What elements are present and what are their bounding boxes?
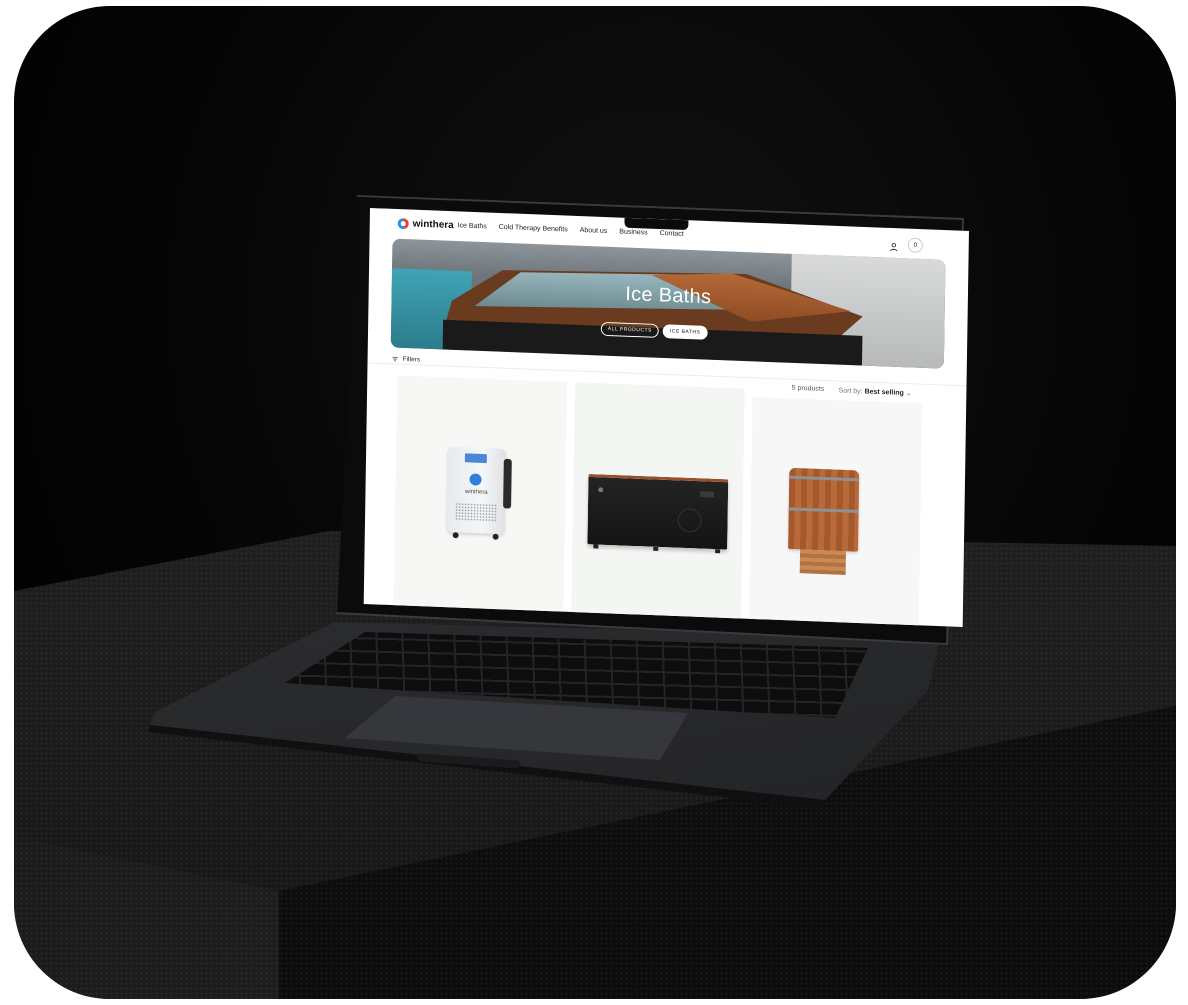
tub-control-panel	[700, 491, 715, 498]
chiller-wheel	[492, 533, 499, 540]
cart-icon[interactable]: 0	[907, 237, 923, 253]
logo-icon	[397, 217, 409, 230]
product-card-black-ice-bath[interactable]	[571, 382, 745, 627]
pill-ice-baths[interactable]: ICE BATHS	[662, 324, 708, 340]
site-logo[interactable]: winthera	[397, 217, 454, 232]
tub-fan-vent	[677, 508, 702, 533]
filters-button[interactable]: Filters	[392, 355, 421, 364]
nav-link-business[interactable]: Business	[619, 228, 647, 236]
nav-link-ice-baths[interactable]: Ice Baths	[458, 222, 487, 230]
website-screen: winthera Ice Baths Cold Therapy Benefits…	[363, 208, 969, 627]
chiller-logo-icon	[469, 473, 482, 486]
tub-caster	[715, 549, 721, 554]
tub-caster	[593, 544, 599, 549]
pill-all-products[interactable]: ALL PRODUCTS	[600, 321, 660, 338]
nav-link-cold-therapy-benefits[interactable]: Cold Therapy Benefits	[499, 224, 568, 234]
product-image-black-ice-bath	[587, 473, 729, 554]
product-image-wooden-barrel	[788, 467, 860, 575]
product-card-chiller[interactable]: winthera	[393, 375, 568, 620]
filters-label: Filters	[402, 355, 421, 364]
chiller-wheel	[452, 532, 459, 539]
tub-brand-icon	[598, 487, 604, 493]
chiller-grill	[454, 502, 498, 522]
barrel-step	[799, 549, 846, 575]
brand-name: winthera	[412, 218, 454, 232]
product-card-wooden-barrel[interactable]	[748, 397, 923, 627]
cart-count: 0	[913, 242, 918, 249]
barrel-band	[788, 507, 859, 514]
tub-caster	[653, 546, 659, 551]
product-grid: winthera	[393, 375, 947, 627]
chiller-display	[464, 453, 487, 464]
account-icon[interactable]	[889, 239, 899, 252]
chiller-hose	[503, 458, 512, 509]
collection-hero-banner: Ice Baths ALL PRODUCTS ICE BATHS	[390, 238, 946, 369]
chiller-brand-text: winthera	[464, 489, 488, 496]
product-image-chiller: winthera	[446, 446, 512, 540]
barrel-band	[789, 475, 860, 482]
nav-link-about-us[interactable]: About us	[580, 227, 608, 235]
filter-icon	[392, 356, 398, 362]
nav-link-contact[interactable]: Contact	[660, 230, 684, 238]
